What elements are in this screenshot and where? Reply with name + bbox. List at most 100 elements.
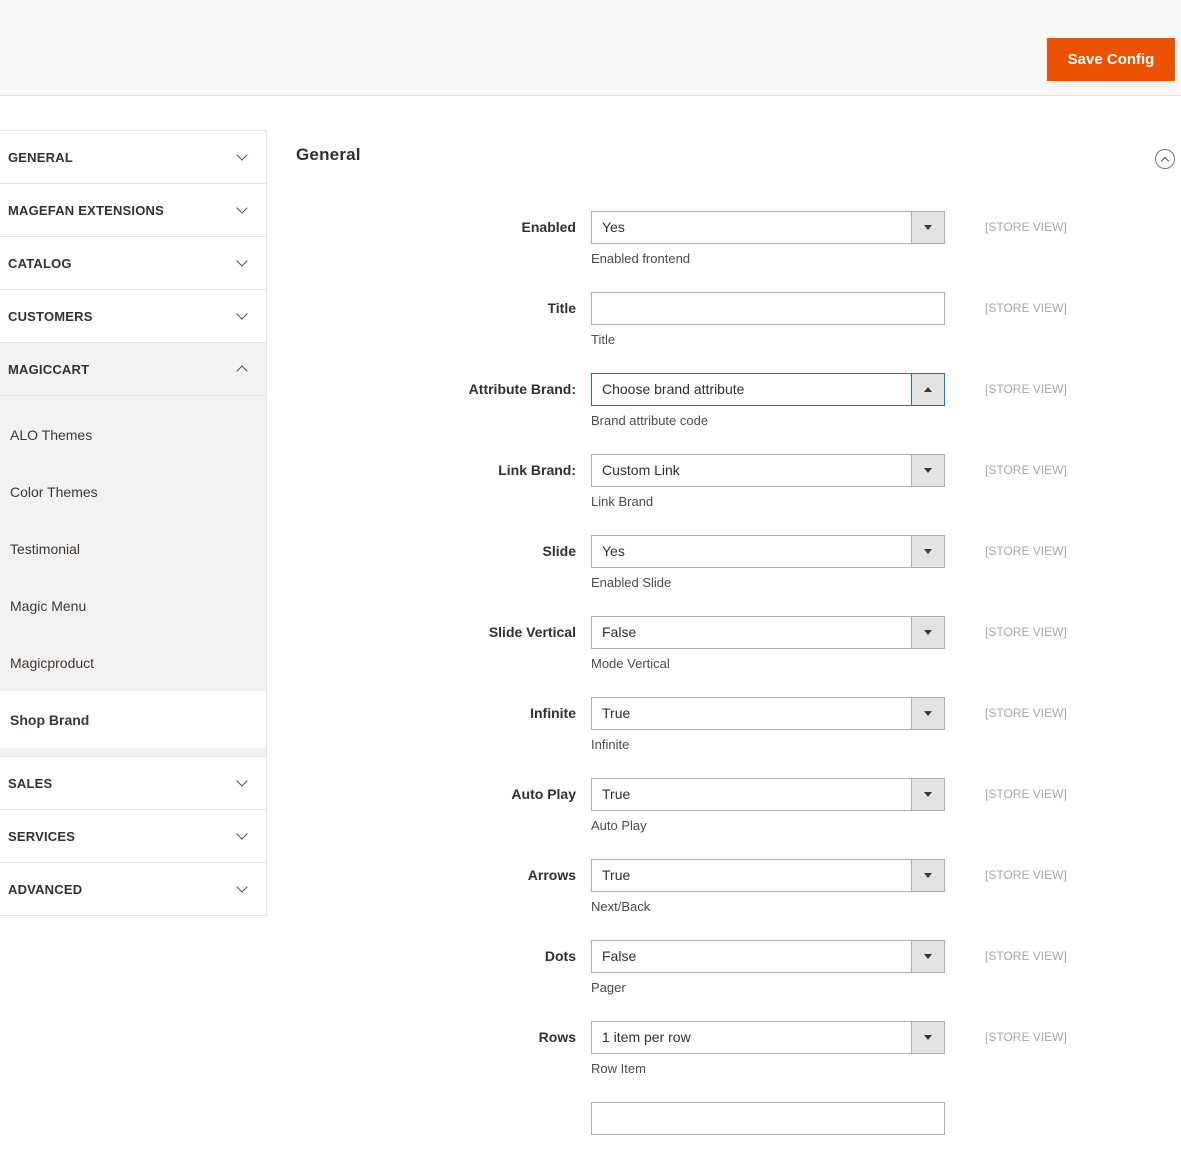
form-row-auto-play: Auto Play True Auto Play [STORE VIEW] bbox=[296, 778, 1181, 835]
save-config-button[interactable]: Save Config bbox=[1047, 38, 1175, 81]
enabled-select[interactable]: Yes bbox=[591, 211, 945, 244]
sidebar-item-label: Magic Menu bbox=[10, 597, 87, 614]
field-label-dots: Dots bbox=[544, 948, 576, 964]
chevron-down-icon bbox=[236, 149, 248, 161]
sidebar-item-label: Shop Brand bbox=[10, 711, 90, 728]
triangle-down-icon[interactable] bbox=[911, 698, 944, 729]
scope-label: [STORE VIEW] bbox=[985, 463, 1067, 477]
field-note: Next/Back bbox=[591, 899, 651, 914]
select-value: True bbox=[602, 786, 631, 802]
triangle-down-icon[interactable] bbox=[911, 779, 944, 810]
config-sidebar: GENERAL MAGEFAN EXTENSIONS CATALOG CUSTOMER… bbox=[0, 130, 267, 916]
form-row-dots: Dots False Pager [STORE VIEW] bbox=[296, 940, 1181, 997]
triangle-down-icon[interactable] bbox=[911, 617, 944, 648]
chevron-down-icon bbox=[236, 775, 248, 787]
scope-label: [STORE VIEW] bbox=[985, 544, 1067, 558]
select-value: Choose brand attribute bbox=[602, 381, 745, 397]
triangle-down-icon[interactable] bbox=[911, 455, 944, 486]
select-value: Yes bbox=[602, 543, 625, 559]
field-note: Auto Play bbox=[591, 818, 647, 833]
sidebar-item-shop-brand[interactable]: Shop Brand bbox=[0, 691, 266, 748]
scope-label: [STORE VIEW] bbox=[985, 949, 1067, 963]
triangle-down-icon[interactable] bbox=[911, 1022, 944, 1053]
triangle-up-icon[interactable] bbox=[911, 374, 944, 405]
field-note: Infinite bbox=[591, 737, 630, 752]
sidebar-section-services[interactable]: SERVICES bbox=[0, 810, 266, 863]
slide-vertical-select[interactable]: False bbox=[591, 616, 945, 649]
triangle-down-icon[interactable] bbox=[911, 941, 944, 972]
field-note: Enabled Slide bbox=[591, 575, 672, 590]
field-control: True bbox=[591, 697, 945, 730]
sidebar-section-label: MAGICCART bbox=[8, 361, 90, 377]
field-control: 1 item per row bbox=[591, 1021, 945, 1054]
form-row-link-brand: Link Brand: Custom Link Link Brand [STORE V… bbox=[296, 454, 1181, 511]
field-control bbox=[591, 1102, 945, 1135]
sidebar-section-label: CATALOG bbox=[8, 255, 72, 271]
field-control: Yes bbox=[591, 211, 945, 244]
field-note: Row Item bbox=[591, 1061, 646, 1076]
field-label-rows: Rows bbox=[538, 1029, 576, 1045]
attribute-brand-select[interactable]: Choose brand attribute bbox=[591, 373, 945, 406]
field-label-link-brand: Link Brand: bbox=[498, 462, 576, 478]
sidebar-section-sales[interactable]: SALES bbox=[0, 757, 266, 810]
scope-label: [STORE VIEW] bbox=[985, 625, 1067, 639]
sidebar-item-label: Testimonial bbox=[10, 540, 81, 557]
sidebar-item-testimonial[interactable]: Testimonial bbox=[0, 520, 266, 577]
sidebar-section-customers[interactable]: CUSTOMERS bbox=[0, 290, 266, 343]
infinite-select[interactable]: True bbox=[591, 697, 945, 730]
select-value: Custom Link bbox=[602, 462, 680, 478]
triangle-down-icon[interactable] bbox=[911, 536, 944, 567]
form-row-arrows: Arrows True Next/Back [STORE VIEW] bbox=[296, 859, 1181, 916]
sidebar-item-magicproduct[interactable]: Magicproduct bbox=[0, 634, 266, 691]
sidebar-section-label: GENERAL bbox=[8, 149, 73, 165]
field-label-title: Title bbox=[547, 300, 576, 316]
select-value: True bbox=[602, 705, 631, 721]
chevron-down-icon bbox=[236, 828, 248, 840]
field-label-slide-vertical: Slide Vertical bbox=[488, 624, 576, 640]
select-value: Yes bbox=[602, 219, 625, 235]
scope-label: [STORE VIEW] bbox=[985, 220, 1067, 234]
arrows-select[interactable]: True bbox=[591, 859, 945, 892]
triangle-down-icon[interactable] bbox=[911, 860, 944, 891]
main-panel: General Enabled Yes Enabled frontend [STORE… bbox=[267, 125, 1181, 1159]
dots-select[interactable]: False bbox=[591, 940, 945, 973]
chevron-down-icon bbox=[236, 308, 248, 320]
link-brand-select[interactable]: Custom Link bbox=[591, 454, 945, 487]
slide-select[interactable]: Yes bbox=[591, 535, 945, 568]
sidebar-item-alo-themes[interactable]: ALO Themes bbox=[0, 406, 266, 463]
form-row-enabled: Enabled Yes Enabled frontend [STORE VIEW] bbox=[296, 211, 1181, 268]
field-label-infinite: Infinite bbox=[530, 705, 576, 721]
field-control: False bbox=[591, 616, 945, 649]
field-control bbox=[591, 292, 945, 325]
sidebar-section-magiccart[interactable]: MAGICCART bbox=[0, 343, 266, 396]
field-label-slide: Slide bbox=[542, 543, 576, 559]
scope-label: [STORE VIEW] bbox=[985, 706, 1067, 720]
sidebar-section-general[interactable]: GENERAL bbox=[0, 131, 266, 184]
rows-select[interactable]: 1 item per row bbox=[591, 1021, 945, 1054]
form-row-partial bbox=[296, 1102, 1181, 1135]
select-value: 1 item per row bbox=[602, 1029, 691, 1045]
title-input[interactable] bbox=[591, 292, 945, 325]
general-config-form: Enabled Yes Enabled frontend [STORE VIEW] Ti… bbox=[267, 211, 1181, 1135]
chevron-down-icon bbox=[236, 881, 248, 893]
chevron-up-circle-icon[interactable] bbox=[1155, 149, 1175, 169]
auto-play-select[interactable]: True bbox=[591, 778, 945, 811]
form-row-rows: Rows 1 item per row Row Item [STORE VIEW] bbox=[296, 1021, 1181, 1078]
triangle-down-icon[interactable] bbox=[911, 212, 944, 243]
page-title: General bbox=[296, 145, 361, 164]
field-control: False bbox=[591, 940, 945, 973]
field-note: Mode Vertical bbox=[591, 656, 670, 671]
field-control: Custom Link bbox=[591, 454, 945, 487]
sidebar-section-magefan-extensions[interactable]: MAGEFAN EXTENSIONS bbox=[0, 184, 266, 237]
field-note: Brand attribute code bbox=[591, 413, 709, 428]
form-row-slide-vertical: Slide Vertical False Mode Vertical [STORE V… bbox=[296, 616, 1181, 673]
form-row-slide: Slide Yes Enabled Slide [STORE VIEW] bbox=[296, 535, 1181, 592]
form-row-attribute-brand: Attribute Brand: Choose brand attribute Br… bbox=[296, 373, 1181, 430]
sidebar-section-catalog[interactable]: CATALOG bbox=[0, 237, 266, 290]
sidebar-item-color-themes[interactable]: Color Themes bbox=[0, 463, 266, 520]
sidebar-item-magic-menu[interactable]: Magic Menu bbox=[0, 577, 266, 634]
field-label-partial bbox=[296, 1102, 576, 1135]
page-header: Save Config bbox=[0, 0, 1181, 96]
partial-input[interactable] bbox=[591, 1102, 945, 1135]
sidebar-section-advanced[interactable]: ADVANCED bbox=[0, 863, 266, 916]
